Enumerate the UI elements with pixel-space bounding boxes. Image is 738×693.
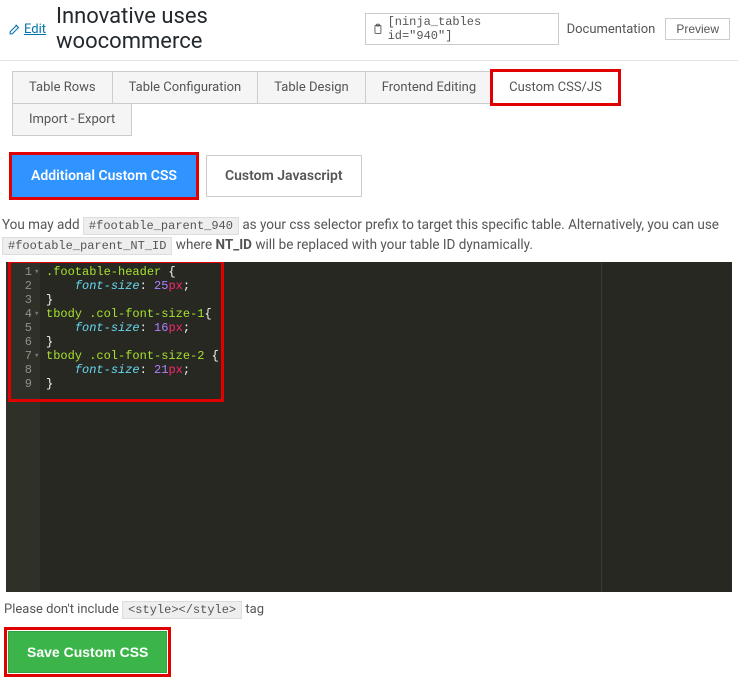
code-editor[interactable]: 123456789 .footable-header { font-size: …: [6, 262, 732, 592]
pencil-icon: [8, 22, 22, 36]
clipboard-icon: [372, 22, 384, 36]
page-header: Edit Innovative uses woocommerce [ninja_…: [0, 0, 738, 60]
subtab-custom-javascript[interactable]: Custom Javascript: [206, 155, 362, 197]
tab-custom-css-js[interactable]: Custom CSS/JS: [492, 71, 619, 104]
documentation-link[interactable]: Documentation: [567, 22, 656, 37]
tab-frontend-editing[interactable]: Frontend Editing: [365, 71, 493, 104]
code-content[interactable]: .footable-header { font-size: 25px;}tbod…: [40, 262, 225, 592]
note-before: Please don't include: [4, 602, 119, 617]
help-mid: as your css selector prefix to target th…: [242, 217, 719, 233]
help-bold: NT_ID: [216, 237, 252, 253]
edit-label: Edit: [24, 22, 46, 37]
edit-link[interactable]: Edit: [8, 22, 46, 37]
subtab-additional-custom-css[interactable]: Additional Custom CSS: [12, 155, 196, 197]
help-text: You may add #footable_parent_940 as your…: [0, 207, 738, 262]
help-suffix-after: will be replaced with your table ID dyna…: [255, 237, 533, 253]
tab-table-rows[interactable]: Table Rows: [12, 71, 113, 104]
sub-tabs: Additional Custom CSSCustom Javascript: [0, 135, 738, 207]
help-prefix: You may add: [2, 217, 80, 233]
tab-table-configuration[interactable]: Table Configuration: [112, 71, 259, 104]
header-right: Documentation Preview: [567, 18, 730, 40]
editor-ruler: [601, 262, 602, 592]
tab-table-design[interactable]: Table Design: [257, 71, 365, 104]
shortcode-copy[interactable]: [ninja_tables id="940"]: [365, 13, 559, 45]
tab-import-export[interactable]: Import - Export: [12, 103, 132, 136]
note-after: tag: [245, 602, 264, 617]
code-editor-wrap: 123456789 .footable-header { font-size: …: [6, 262, 732, 592]
main-tabs: Table RowsTable ConfigurationTable Desig…: [0, 71, 738, 135]
style-tag-note: Please don't include <style></style> tag: [0, 592, 738, 631]
help-selector-2: #footable_parent_NT_ID: [2, 237, 172, 255]
save-row: Save Custom CSS: [0, 631, 738, 685]
help-selector-1: #footable_parent_940: [83, 217, 239, 235]
save-button[interactable]: Save Custom CSS: [8, 631, 167, 673]
shortcode-text: [ninja_tables id="940"]: [388, 15, 552, 43]
page-title: Innovative uses woocommerce: [56, 4, 357, 54]
preview-button[interactable]: Preview: [665, 18, 730, 40]
help-suffix-before: where: [176, 237, 212, 253]
note-code: <style></style>: [122, 601, 242, 619]
code-gutter: 123456789: [6, 262, 40, 592]
divider: [0, 60, 738, 61]
